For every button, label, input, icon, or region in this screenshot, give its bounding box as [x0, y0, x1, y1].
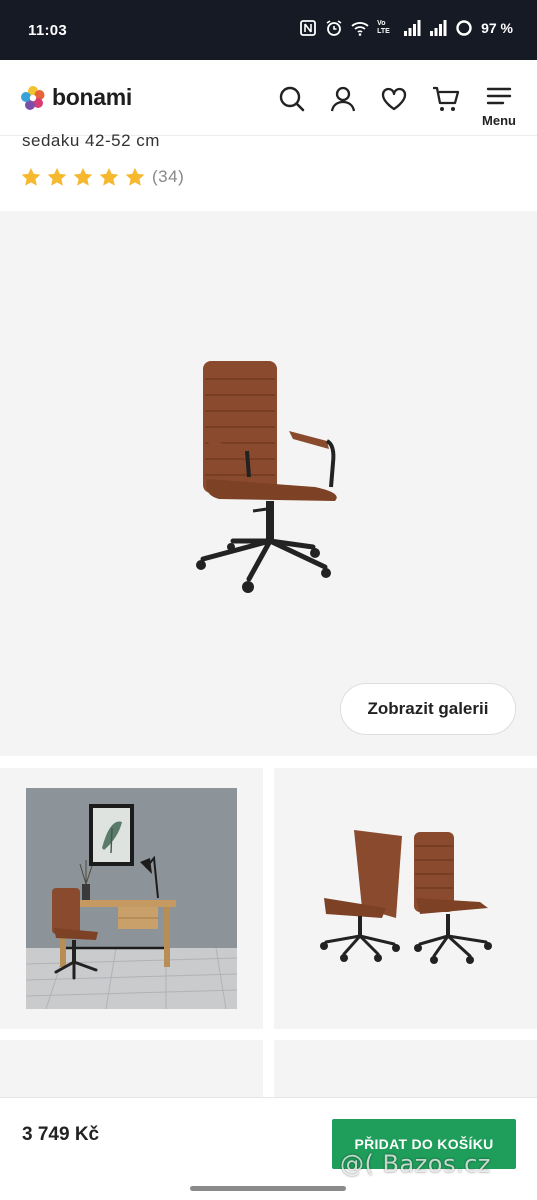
gesture-nav-bar[interactable]: [190, 1186, 346, 1191]
gallery-thumbnail-two-chairs[interactable]: [274, 768, 537, 1029]
menu-button[interactable]: Menu: [481, 86, 517, 128]
star-icon: [47, 167, 67, 186]
gallery-thumbnail-room[interactable]: [0, 768, 263, 1029]
search-button[interactable]: [277, 84, 307, 114]
room-scene-image: [26, 788, 237, 1009]
wishlist-button[interactable]: [379, 84, 409, 114]
user-icon: [330, 86, 356, 112]
cart-icon: [433, 86, 460, 111]
logo-text: bonami: [52, 84, 132, 110]
hamburger-icon: [486, 87, 512, 105]
battery-percent: 97 %: [481, 20, 513, 36]
volte-indicator: Vo LTE: [377, 20, 390, 35]
bonami-flower-icon: [21, 85, 45, 110]
nfc-icon: [300, 20, 316, 36]
product-rating[interactable]: (34): [20, 166, 184, 188]
signal-icon-1: [404, 20, 421, 36]
product-price: 3 749 Kč: [22, 1124, 100, 1145]
product-title-fragment: sedaku 42-52 cm: [22, 131, 160, 150]
cart-button[interactable]: [431, 84, 461, 114]
gallery-thumbnail-3[interactable]: [0, 1040, 263, 1100]
star-icon: [125, 167, 145, 186]
two-chairs-image: [320, 830, 492, 964]
site-header: bonami Menu: [0, 60, 537, 136]
signal-icon-2: [430, 20, 447, 36]
bazos-watermark: @( Bazos.cz: [340, 1150, 491, 1178]
star-icon: [21, 167, 41, 186]
alarm-icon: [326, 20, 342, 36]
office-chair-image: [196, 361, 337, 593]
search-icon: [279, 86, 305, 112]
bonami-logo[interactable]: bonami: [20, 84, 132, 111]
product-main-image[interactable]: Zobrazit galerii: [0, 211, 537, 756]
heart-icon: [381, 87, 407, 111]
sticky-purchase-bar: 3 749 Kč PŘIDAT DO KOŠÍKU @( Bazos.cz: [0, 1097, 537, 1200]
star-icon: [99, 167, 119, 186]
status-time: 11:03: [28, 22, 68, 39]
app-screen: 11:03 Vo LTE 97 % bonami Menu sedaku 42-…: [0, 0, 537, 1200]
star-icon: [73, 167, 93, 186]
wifi-icon: [351, 22, 369, 36]
show-gallery-button[interactable]: Zobrazit galerii: [340, 683, 516, 735]
battery-ring-icon: [456, 20, 472, 36]
account-button[interactable]: [328, 84, 358, 114]
status-bar: 11:03 Vo LTE 97 %: [0, 0, 537, 60]
menu-label: Menu: [482, 113, 516, 128]
rating-count: (34): [152, 167, 185, 186]
gallery-thumbnail-4[interactable]: [274, 1040, 537, 1100]
status-icons: Vo LTE 97 %: [299, 19, 513, 37]
